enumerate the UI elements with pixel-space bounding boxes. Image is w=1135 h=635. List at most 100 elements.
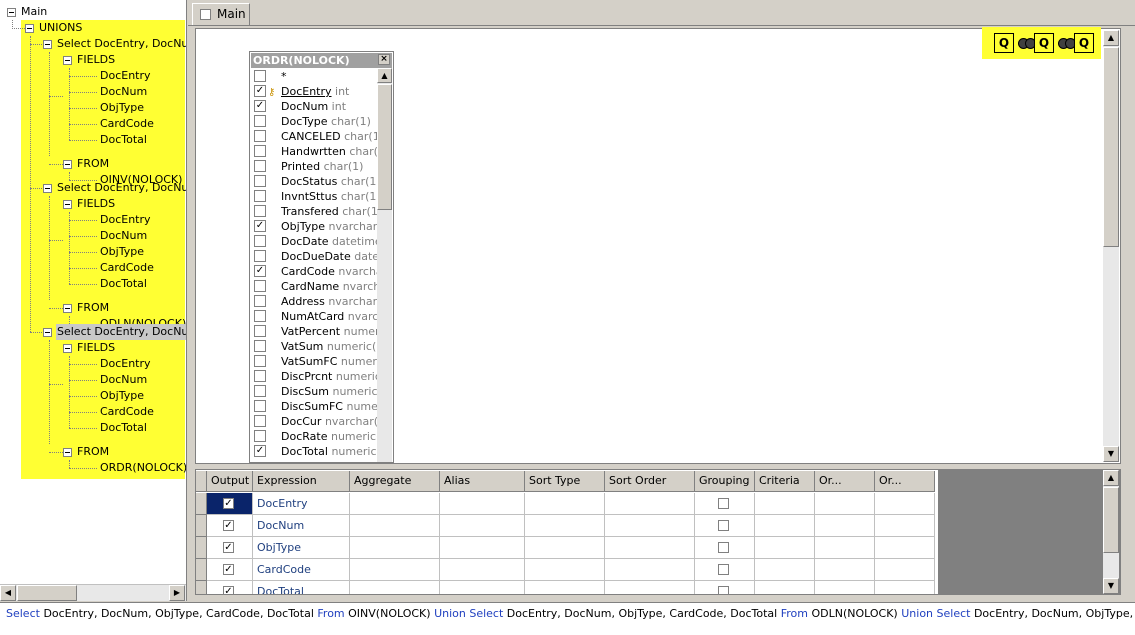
grouping-checkbox[interactable] <box>718 542 729 553</box>
grid-row[interactable]: ✓ ObjType <box>196 537 938 559</box>
collapse-icon[interactable] <box>25 24 34 33</box>
table-column-row[interactable]: DocRate numeric(1 <box>250 429 378 444</box>
row-header[interactable] <box>196 537 207 559</box>
grid-header[interactable]: Output <box>207 471 253 492</box>
column-checkbox[interactable] <box>254 400 266 412</box>
table-window[interactable]: ORDR(NOLOCK) × * ✓ ⚷ DocEntry int ✓ DocNum i… <box>249 51 394 463</box>
grid-cell[interactable] <box>755 493 815 515</box>
close-icon[interactable]: × <box>378 54 390 65</box>
query-button-1[interactable]: Q <box>994 33 1014 53</box>
grid-cell[interactable] <box>755 559 815 581</box>
scroll-up-icon[interactable]: ▲ <box>1103 30 1119 46</box>
column-checkbox[interactable] <box>254 190 266 202</box>
column-checkbox[interactable] <box>254 235 266 247</box>
expression-cell[interactable]: DocEntry <box>253 493 350 515</box>
grid-cell[interactable] <box>695 559 755 581</box>
grid-cell[interactable] <box>875 559 935 581</box>
column-checkbox[interactable] <box>254 415 266 427</box>
column-checkbox[interactable] <box>254 385 266 397</box>
output-checkbox[interactable]: ✓ <box>223 520 234 531</box>
scroll-thumb[interactable] <box>17 585 77 601</box>
table-column-row[interactable]: ✓ DocTotal numeric(1 <box>250 444 378 459</box>
table-column-row[interactable]: DocDueDate dateti <box>250 249 378 264</box>
row-header[interactable] <box>196 559 207 581</box>
column-checkbox[interactable] <box>254 310 266 322</box>
grid-header[interactable]: Aggregate <box>350 471 440 492</box>
table-column-row[interactable]: VatPercent numeric <box>250 324 378 339</box>
table-column-row[interactable]: DocStatus char(1) <box>250 174 378 189</box>
column-checkbox[interactable] <box>254 250 266 262</box>
grid-cell[interactable] <box>695 581 755 594</box>
grid-cell[interactable] <box>695 537 755 559</box>
collapse-icon[interactable] <box>7 8 16 17</box>
grid-vertical-scrollbar[interactable]: ▲ ▼ <box>1103 470 1119 594</box>
column-checkbox[interactable] <box>254 355 266 367</box>
grid-header[interactable]: Alias <box>440 471 525 492</box>
table-column-row[interactable]: Address nvarchar(2 <box>250 294 378 309</box>
grid-row[interactable]: ✓ DocEntry <box>196 493 938 515</box>
grid-cell[interactable] <box>350 581 440 594</box>
collapse-icon[interactable] <box>63 56 72 65</box>
table-column-row[interactable]: DocType char(1) <box>250 114 378 129</box>
collapse-icon[interactable] <box>63 448 72 457</box>
grid-row[interactable]: ✓ DocNum <box>196 515 938 537</box>
table-column-row[interactable]: ✓ ⚷ DocEntry int <box>250 84 378 99</box>
row-header[interactable] <box>196 515 207 537</box>
column-checkbox[interactable]: ✓ <box>254 85 266 97</box>
grid-cell[interactable] <box>440 559 525 581</box>
grid-header[interactable]: Expression <box>253 471 350 492</box>
grid-cell[interactable] <box>875 581 935 594</box>
scroll-left-icon[interactable]: ◀ <box>0 585 16 601</box>
scroll-right-icon[interactable]: ▶ <box>169 585 185 601</box>
column-checkbox[interactable]: ✓ <box>254 100 266 112</box>
grid-cell[interactable] <box>350 493 440 515</box>
column-checkbox[interactable] <box>254 145 266 157</box>
grid-cell[interactable] <box>525 581 605 594</box>
scroll-down-icon[interactable]: ▼ <box>1103 578 1119 594</box>
collapse-icon[interactable] <box>43 328 52 337</box>
grid-cell[interactable] <box>350 515 440 537</box>
grid-cell[interactable]: ✓ <box>207 515 253 537</box>
table-column-row[interactable]: * <box>250 69 378 84</box>
output-checkbox[interactable]: ✓ <box>223 564 234 575</box>
grid-cell[interactable] <box>440 515 525 537</box>
table-column-row[interactable]: VatSumFC numeric( <box>250 354 378 369</box>
grid-cell[interactable] <box>605 515 695 537</box>
table-column-row[interactable]: DiscSumFC numeric <box>250 399 378 414</box>
grid-header[interactable]: Or... <box>815 471 875 492</box>
row-header[interactable] <box>196 493 207 515</box>
scroll-up-icon[interactable]: ▲ <box>377 68 392 83</box>
column-checkbox[interactable] <box>254 325 266 337</box>
tab-main[interactable]: Main <box>192 3 250 25</box>
grid-cell[interactable] <box>755 515 815 537</box>
table-column-row[interactable]: DiscPrcnt numeric( <box>250 369 378 384</box>
column-checkbox[interactable]: ✓ <box>254 445 266 457</box>
grid-cell[interactable] <box>605 493 695 515</box>
collapse-icon[interactable] <box>63 160 72 169</box>
grid-cell[interactable]: ✓ <box>207 493 253 515</box>
criteria-grid[interactable]: Output Expression Aggregate Alias Sort Type S… <box>195 469 1121 595</box>
column-checkbox[interactable] <box>254 175 266 187</box>
query-button-2[interactable]: Q <box>1034 33 1054 53</box>
sql-text-editor[interactable]: Select DocEntry, DocNum, ObjType, CardCo… <box>0 602 1135 635</box>
table-window-title[interactable]: ORDR(NOLOCK) × <box>251 53 392 68</box>
collapse-icon[interactable] <box>43 40 52 49</box>
grouping-checkbox[interactable] <box>718 564 729 575</box>
collapse-icon[interactable] <box>63 200 72 209</box>
table-column-row[interactable]: DiscSum numeric(1 <box>250 384 378 399</box>
grid-row[interactable]: ✓ CardCode <box>196 559 938 581</box>
table-vertical-scrollbar[interactable]: ▲ <box>377 68 392 462</box>
grid-cell[interactable] <box>755 581 815 594</box>
output-checkbox[interactable]: ✓ <box>223 586 234 594</box>
grouping-checkbox[interactable] <box>718 520 729 531</box>
grid-cell[interactable] <box>695 493 755 515</box>
column-checkbox[interactable] <box>254 295 266 307</box>
grid-cell[interactable] <box>755 537 815 559</box>
column-checkbox[interactable] <box>254 280 266 292</box>
grid-cell[interactable] <box>350 559 440 581</box>
collapse-icon[interactable] <box>63 344 72 353</box>
grid-cell[interactable] <box>815 559 875 581</box>
grid-header[interactable]: Or... <box>875 471 935 492</box>
expression-cell[interactable]: DocTotal <box>253 581 350 594</box>
grid-cell[interactable] <box>525 493 605 515</box>
